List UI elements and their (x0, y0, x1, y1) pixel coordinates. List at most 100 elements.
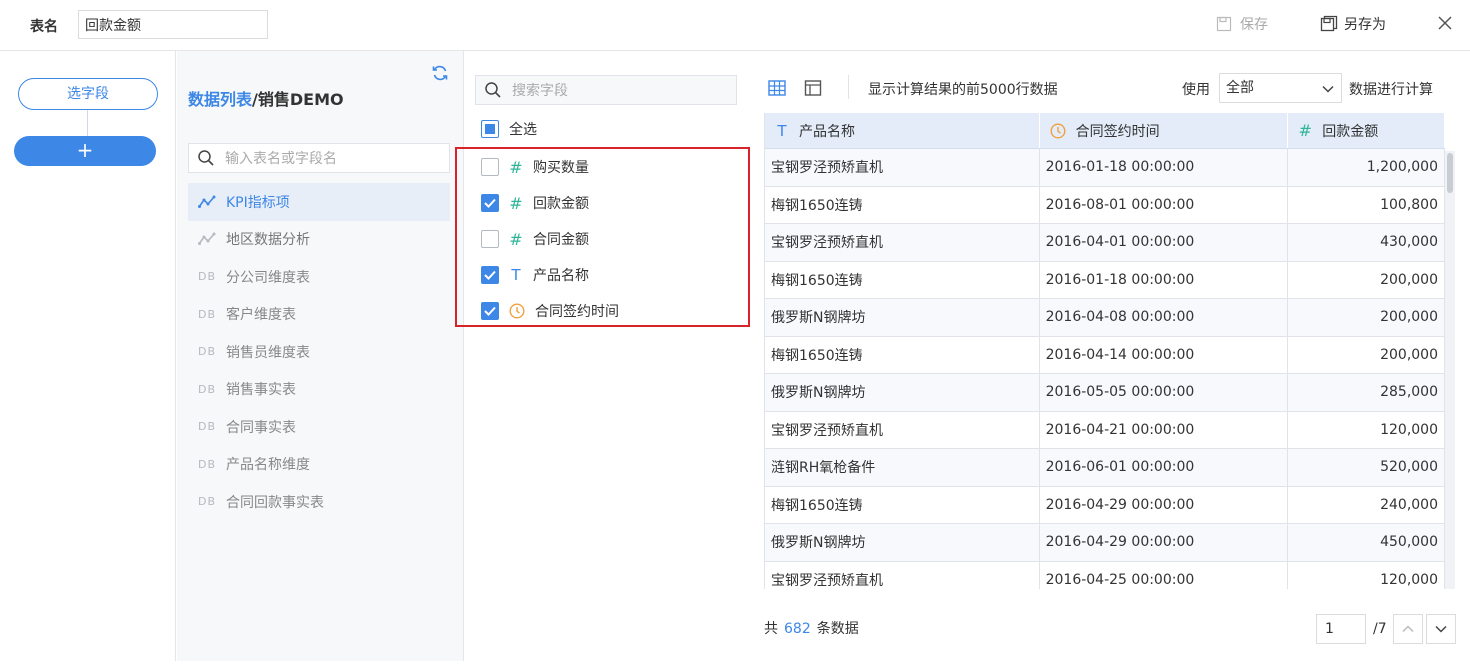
table-name-input[interactable] (78, 10, 268, 39)
table-item-payment-fact[interactable]: DB 合同回款事实表 (188, 483, 450, 521)
table-scrollbar[interactable] (1445, 151, 1455, 589)
table-item-kpi[interactable]: KPI指标项 (188, 183, 450, 221)
select-field-button[interactable]: 选字段 (18, 78, 158, 110)
save-as-button[interactable]: 另存为 (1320, 14, 1386, 34)
table-row: 梅钢1650连铸 2016-08-01 00:00:00 100,800 (765, 186, 1445, 224)
select-all-row[interactable]: 全选 (481, 119, 537, 139)
table-row: 梅钢1650连铸 2016-04-29 00:00:00 240,000 (765, 486, 1445, 524)
table-search-input[interactable]: 输入表名或字段名 (188, 143, 450, 173)
table-item-label: 地区数据分析 (226, 232, 310, 249)
toolbar-divider (848, 75, 849, 99)
cell-product: 俄罗斯N钢牌坊 (765, 374, 1040, 411)
table-row: 涟钢RH氧枪备件 2016-06-01 00:00:00 520,000 (765, 449, 1445, 487)
table-list: KPI指标项 地区数据分析 DB 分公司维度表 DB 客户维度表 DB 销售员维… (188, 183, 450, 521)
column-header-amount[interactable]: # 回款金额 (1288, 113, 1445, 148)
field-search-input[interactable]: 搜索字段 (475, 75, 737, 105)
table-item-branch[interactable]: DB 分公司维度表 (188, 258, 450, 296)
table-row: 俄罗斯N钢牌坊 2016-04-29 00:00:00 450,000 (765, 524, 1445, 562)
add-step-button[interactable]: + (14, 136, 156, 166)
field-row-contract-amount[interactable]: # 合同金额 (481, 227, 589, 251)
preview-info-text: 显示计算结果的前5000行数据 (868, 82, 1058, 98)
field-row-product-name[interactable]: T 产品名称 (481, 263, 589, 287)
table-item-label: 合同事实表 (226, 419, 296, 436)
cell-amount: 520,000 (1288, 449, 1445, 486)
field-row-contract-date[interactable]: 合同签约时间 (481, 299, 619, 323)
record-count: 共 682 条数据 (764, 618, 859, 638)
prev-page-button[interactable] (1393, 614, 1423, 644)
layout-view-icon[interactable] (804, 79, 822, 97)
table-list-title: 数据列表/销售DEMO (188, 86, 344, 110)
table-item-customer[interactable]: DB 客户维度表 (188, 296, 450, 334)
table-item-label: 合同回款事实表 (226, 494, 324, 511)
cell-product: 宝钢罗泾预矫直机 (765, 149, 1040, 186)
table-item-region[interactable]: 地区数据分析 (188, 221, 450, 259)
cell-date: 2016-01-18 00:00:00 (1040, 149, 1289, 186)
save-button[interactable]: 保存 (1216, 14, 1268, 34)
analysis-icon (198, 232, 216, 246)
table-item-salesperson[interactable]: DB 销售员维度表 (188, 333, 450, 371)
table-item-label: 分公司维度表 (226, 269, 310, 286)
scrollbar-thumb[interactable] (1447, 153, 1453, 193)
cell-amount: 100,800 (1288, 186, 1445, 223)
table-item-product-dim[interactable]: DB 产品名称维度 (188, 446, 450, 484)
count-suffix: 条数据 (816, 621, 859, 637)
field-checkbox[interactable] (481, 194, 499, 212)
cell-product: 梅钢1650连铸 (765, 336, 1040, 373)
chevron-down-icon (1322, 85, 1334, 93)
db-icon: DB (198, 345, 217, 359)
table-row: 梅钢1650连铸 2016-04-14 00:00:00 200,000 (765, 336, 1445, 374)
select-all-checkbox[interactable] (481, 120, 499, 138)
scope-select[interactable]: 全部 (1219, 73, 1342, 103)
column-header-date[interactable]: 合同签约时间 (1040, 113, 1289, 148)
title-data-list[interactable]: 数据列表 (188, 90, 252, 109)
field-row-payment-amount[interactable]: # 回款金额 (481, 191, 589, 215)
field-checkbox[interactable] (481, 158, 499, 176)
step-column: 选字段 + (0, 51, 176, 670)
cell-amount: 1,200,000 (1288, 149, 1445, 186)
preview-table: T 产品名称 合同签约时间 # 回款金额 宝钢罗泾预矫直机 2016-01-18 … (764, 113, 1445, 589)
table-item-label: 产品名称维度 (226, 457, 310, 474)
table-item-contract-fact[interactable]: DB 合同事实表 (188, 408, 450, 446)
cell-product: 俄罗斯N钢牌坊 (765, 299, 1040, 336)
cell-date: 2016-01-18 00:00:00 (1040, 261, 1289, 298)
table-view-icon[interactable] (768, 79, 786, 97)
bottom-edge (0, 661, 1470, 670)
field-label: 购买数量 (533, 160, 589, 176)
field-search-placeholder: 搜索字段 (512, 83, 568, 99)
column-label: 回款金额 (1322, 123, 1379, 140)
field-row-purchase-qty[interactable]: # 购买数量 (481, 155, 589, 179)
table-item-sales-fact[interactable]: DB 销售事实表 (188, 371, 450, 409)
refresh-icon[interactable] (431, 64, 449, 82)
cell-product: 宝钢罗泾预矫直机 (765, 561, 1040, 589)
cell-date: 2016-04-14 00:00:00 (1040, 336, 1289, 373)
field-checkbox[interactable] (481, 230, 499, 248)
close-icon[interactable] (1436, 14, 1454, 32)
save-icon (1216, 16, 1232, 32)
table-row: 俄罗斯N钢牌坊 2016-05-05 00:00:00 285,000 (765, 374, 1445, 412)
next-page-button[interactable] (1426, 614, 1456, 644)
cell-amount: 240,000 (1288, 486, 1445, 523)
save-label: 保存 (1240, 17, 1268, 33)
scope-value: 全部 (1226, 80, 1254, 96)
save-as-icon (1320, 15, 1338, 32)
db-icon: DB (198, 307, 217, 321)
field-checkbox[interactable] (481, 302, 499, 320)
field-checkbox[interactable] (481, 266, 499, 284)
table-row: 宝钢罗泾预矫直机 2016-04-25 00:00:00 120,000 (765, 561, 1445, 589)
chevron-up-icon (1402, 625, 1414, 633)
chevron-down-icon (1435, 625, 1447, 633)
number-type-icon: # (509, 157, 523, 177)
check-icon (484, 270, 496, 280)
column-header-product[interactable]: T 产品名称 (765, 113, 1040, 148)
cell-amount: 120,000 (1288, 561, 1445, 589)
search-icon (485, 82, 501, 98)
count-prefix: 共 (764, 621, 778, 637)
page-number-input[interactable]: 1 (1316, 614, 1366, 644)
step-connector (87, 110, 88, 136)
column-label: 产品名称 (799, 123, 855, 140)
cell-product: 梅钢1650连铸 (765, 261, 1040, 298)
select-all-label: 全选 (509, 122, 537, 138)
table-row: 俄罗斯N钢牌坊 2016-04-08 00:00:00 200,000 (765, 299, 1445, 337)
table-search-placeholder: 输入表名或字段名 (225, 151, 337, 167)
text-type-icon: T (777, 121, 787, 140)
